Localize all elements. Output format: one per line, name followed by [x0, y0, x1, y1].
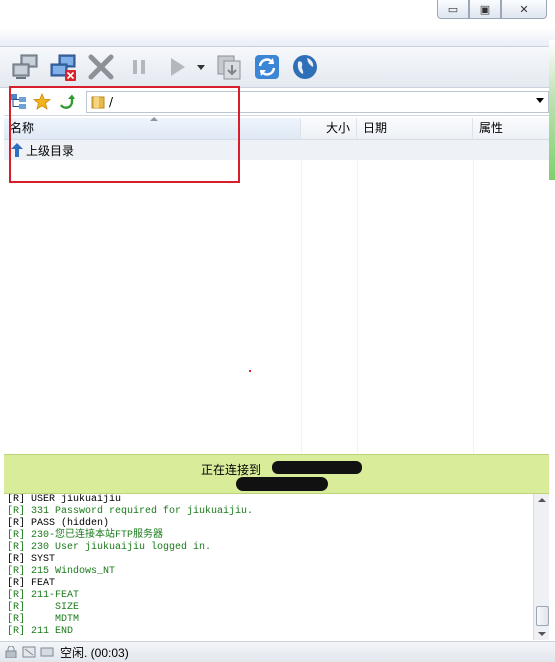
play-dropdown-icon: [197, 65, 205, 70]
redacted-region: [272, 461, 362, 474]
stray-red-dot: [249, 370, 251, 372]
pause-button[interactable]: [122, 50, 156, 84]
close-icon: ✕: [519, 2, 529, 16]
queue-icon: [40, 647, 54, 657]
column-size-label: 大小: [325, 121, 350, 135]
play-dropdown-button[interactable]: [194, 50, 208, 84]
connect-icon: [12, 54, 38, 79]
column-divider: [473, 140, 474, 454]
window-controls: ▭ ▣ ✕: [437, 0, 547, 19]
log-line: [R] PASS (hidden): [7, 518, 110, 529]
connect-button[interactable]: [8, 50, 42, 84]
column-date-header[interactable]: 日期: [357, 118, 473, 139]
scroll-up-icon[interactable]: [538, 498, 546, 502]
play-button[interactable]: [160, 50, 194, 84]
refresh-icon: [255, 55, 279, 79]
background-accent: [549, 40, 555, 180]
banner-text: 正在连接到: [201, 463, 262, 477]
column-divider: [357, 140, 358, 454]
path-dropdown-icon[interactable]: [536, 98, 544, 103]
log-line: [R] SYST: [7, 554, 56, 565]
toolbar: [0, 46, 549, 88]
refresh-button[interactable]: [250, 50, 284, 84]
column-attr-header[interactable]: 属性: [473, 118, 549, 139]
scroll-down-icon[interactable]: [538, 632, 546, 636]
log-pane: [R] USER jiukuaijiu [R] 331 Password requ…: [4, 494, 533, 640]
log-line: [R] 211-FEAT: [7, 590, 80, 601]
log-line: [R] SIZE: [7, 602, 80, 613]
log-line: [R] 331 Password required for jiukuaijiu…: [7, 506, 254, 517]
status-text: 空闲. (00:03): [60, 645, 129, 660]
globe-icon: [293, 55, 317, 79]
stop-button[interactable]: [84, 50, 118, 84]
file-list: 上级目录: [4, 140, 549, 454]
lock-icon: [5, 646, 17, 658]
redacted-region: [236, 477, 328, 491]
highlight-box: [9, 86, 240, 183]
column-divider: [301, 140, 302, 454]
connecting-banner: 正在连接到: [4, 454, 549, 494]
title-bar: ▭ ▣ ✕: [0, 0, 555, 46]
close-button[interactable]: ✕: [501, 0, 547, 19]
maximize-button[interactable]: ▣: [469, 0, 501, 19]
play-icon: [171, 58, 185, 76]
pause-icon: [133, 60, 145, 74]
minimize-icon: ▭: [447, 2, 459, 16]
log-line: [R] 230-您已连接本站FTP服务器: [7, 530, 164, 541]
disconnect-icon: [50, 54, 76, 81]
log-line: [R] 215 Windows_NT: [7, 566, 116, 577]
log-line: [R] USER jiukuaijiu: [7, 494, 122, 505]
stop-icon: [88, 54, 114, 80]
globe-button[interactable]: [288, 50, 322, 84]
column-size-header[interactable]: 大小: [301, 118, 357, 139]
status-bar: 空闲. (00:03): [0, 641, 555, 662]
scroll-thumb[interactable]: [536, 606, 549, 626]
column-date-label: 日期: [363, 121, 388, 135]
transfer-icon: [217, 55, 241, 80]
column-attr-label: 属性: [479, 121, 504, 135]
log-line: [R] 211 END: [7, 626, 74, 637]
minimize-button[interactable]: ▭: [437, 0, 469, 19]
log-line: [R] 230 User jiukuaijiu logged in.: [7, 542, 212, 553]
transfer-status-icon: [22, 646, 36, 658]
disconnect-button[interactable]: [46, 50, 80, 84]
transfer-button[interactable]: [212, 50, 246, 84]
log-line: [R] MDTM: [7, 614, 80, 625]
log-line: [R] FEAT: [7, 578, 56, 589]
maximize-icon: ▣: [479, 2, 491, 16]
log-scrollbar[interactable]: [533, 494, 549, 640]
